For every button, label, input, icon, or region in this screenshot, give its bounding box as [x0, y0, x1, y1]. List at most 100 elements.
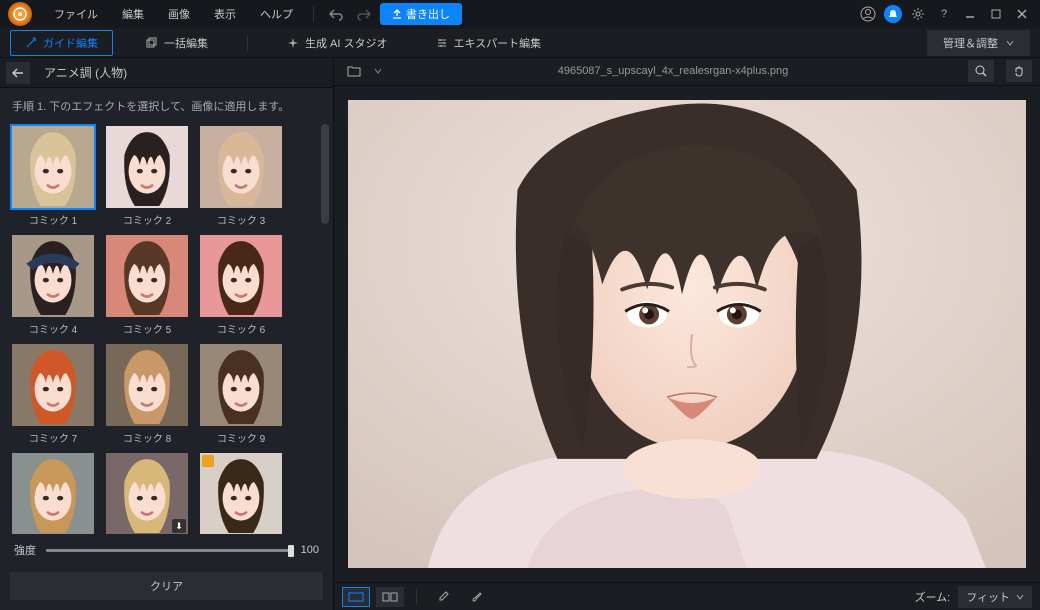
brush-icon: [471, 591, 483, 603]
effect-thumb[interactable]: コミック 2: [104, 124, 190, 227]
upload-icon: [392, 9, 402, 19]
tab-guide-edit[interactable]: ガイド編集: [10, 30, 113, 56]
sidebar-header: アニメ調 (人物): [0, 58, 333, 88]
wand-icon: [25, 37, 37, 49]
slider-fill: [46, 549, 291, 552]
effect-thumb[interactable]: コミック 3: [198, 124, 284, 227]
effect-preview: [10, 342, 96, 428]
effect-label: コミック 3: [217, 212, 265, 227]
effect-thumb[interactable]: コミック 7: [10, 342, 96, 445]
clear-button[interactable]: クリア: [10, 572, 323, 600]
zoom-value: フィット: [966, 589, 1010, 605]
effect-label: コミック 1: [29, 212, 77, 227]
view-split-button[interactable]: [376, 587, 404, 607]
notification-icon[interactable]: [884, 5, 902, 23]
title-bar: ファイル 編集 画像 表示 ヘルプ 書き出し ?: [0, 0, 1040, 28]
chevron-down-icon: [1006, 39, 1014, 47]
close-icon[interactable]: [1012, 2, 1032, 26]
help-icon[interactable]: ?: [934, 2, 954, 26]
menu-image[interactable]: 画像: [158, 2, 200, 26]
eyedropper-button[interactable]: [429, 587, 457, 607]
effect-thumb[interactable]: コミック 1: [10, 124, 96, 227]
effect-preview: [104, 233, 190, 319]
effects-grid: コミック 1 コミック 2 コミック 3 コミック 4 コミック: [10, 124, 315, 534]
effect-preview: [198, 342, 284, 428]
canvas-header: 4965087_s_upscayl_4x_realesrgan-x4plus.p…: [334, 58, 1040, 86]
effect-thumb[interactable]: [10, 451, 96, 534]
account-icon[interactable]: [858, 2, 878, 26]
effect-preview: [198, 233, 284, 319]
folder-icon: [347, 65, 361, 77]
back-button[interactable]: [6, 62, 30, 84]
tab-label: 生成 AI スタジオ: [305, 35, 388, 51]
effect-label: コミック 6: [217, 321, 265, 336]
effect-label: コミック 5: [123, 321, 171, 336]
folder-button[interactable]: [342, 60, 366, 82]
effect-thumb[interactable]: ⬇: [104, 451, 190, 534]
effect-preview: [198, 124, 284, 210]
settings-icon[interactable]: [908, 2, 928, 26]
sliders-icon: [436, 37, 448, 49]
batch-icon: [146, 37, 158, 49]
tab-batch-edit[interactable]: 一括編集: [131, 30, 223, 56]
menu-edit[interactable]: 編集: [112, 2, 154, 26]
effects-grid-container: コミック 1 コミック 2 コミック 3 コミック 4 コミック: [0, 124, 333, 534]
maximize-icon[interactable]: [986, 2, 1006, 26]
hand-icon: [1013, 65, 1025, 77]
brush-button[interactable]: [463, 587, 491, 607]
export-label: 書き出し: [406, 6, 450, 22]
slider-handle[interactable]: [288, 545, 294, 557]
chevron-down-icon[interactable]: [374, 67, 382, 75]
chevron-down-icon: [1016, 593, 1024, 601]
pan-tool-button[interactable]: [1006, 60, 1032, 82]
effect-thumb[interactable]: [198, 451, 284, 534]
arrow-left-icon: [12, 68, 24, 78]
effect-label: コミック 2: [123, 212, 171, 227]
scrollbar-thumb[interactable]: [321, 124, 329, 224]
split-view-icon: [382, 592, 398, 602]
menu-file[interactable]: ファイル: [44, 2, 108, 26]
effect-thumb[interactable]: コミック 9: [198, 342, 284, 445]
tab-label: ガイド編集: [43, 35, 98, 51]
zoom-tool-button[interactable]: [968, 60, 994, 82]
manage-label: 管理＆調整: [943, 35, 998, 51]
effect-thumb[interactable]: コミック 8: [104, 342, 190, 445]
canvas-viewport[interactable]: [334, 86, 1040, 583]
sparkle-icon: [287, 37, 299, 49]
tab-expert-edit[interactable]: エキスパート編集: [421, 30, 557, 56]
manage-button[interactable]: 管理＆調整: [927, 30, 1030, 56]
undo-icon[interactable]: [324, 2, 348, 26]
strength-slider-row: 強度 100: [0, 534, 333, 566]
tab-label: 一括編集: [164, 35, 208, 51]
redo-icon[interactable]: [352, 2, 376, 26]
filename-label: 4965087_s_upscayl_4x_realesrgan-x4plus.p…: [390, 65, 956, 77]
effect-thumb[interactable]: コミック 4: [10, 233, 96, 336]
zoom-select[interactable]: フィット: [958, 586, 1032, 608]
menu-view[interactable]: 表示: [204, 2, 246, 26]
eyedropper-icon: [437, 591, 449, 603]
divider: [313, 6, 314, 22]
single-view-icon: [348, 592, 364, 602]
effect-preview: [104, 342, 190, 428]
preview-image: [348, 100, 1026, 569]
minimize-icon[interactable]: [960, 2, 980, 26]
effects-sidebar: アニメ調 (人物) 手順 1. 下のエフェクトを選択して、画像に適用します。 コ…: [0, 58, 334, 610]
view-single-button[interactable]: [342, 587, 370, 607]
effect-preview: [198, 451, 284, 534]
menu-help[interactable]: ヘルプ: [250, 2, 303, 26]
effect-thumb[interactable]: コミック 5: [104, 233, 190, 336]
effect-label: コミック 7: [29, 430, 77, 445]
scrollbar[interactable]: [321, 124, 329, 534]
magnifier-icon: [975, 65, 987, 77]
tab-ai-studio[interactable]: 生成 AI スタジオ: [272, 30, 403, 56]
effect-label: コミック 8: [123, 430, 171, 445]
category-title: アニメ調 (人物): [36, 62, 135, 83]
download-icon: ⬇: [172, 519, 186, 533]
main-area: アニメ調 (人物) 手順 1. 下のエフェクトを選択して、画像に適用します。 コ…: [0, 58, 1040, 610]
effect-thumb[interactable]: コミック 6: [198, 233, 284, 336]
premium-badge-icon: [202, 455, 214, 467]
export-button[interactable]: 書き出し: [380, 3, 462, 25]
effect-preview: [10, 124, 96, 210]
strength-slider[interactable]: [46, 549, 291, 552]
divider: [416, 589, 417, 605]
